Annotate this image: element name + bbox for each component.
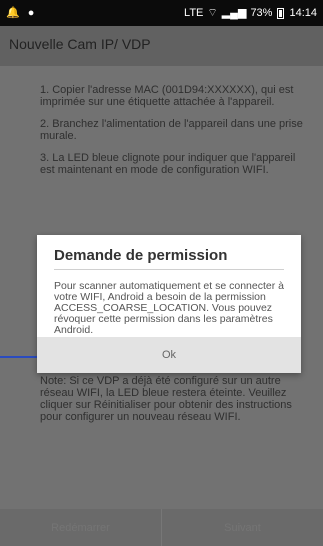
restart-button[interactable]: Redémarrer bbox=[0, 509, 162, 546]
circle-app-icon: ● bbox=[27, 6, 35, 19]
notification-bell-icon: 🔔 bbox=[6, 6, 20, 19]
step-2: 2. Branchez l'alimentation de l'appareil… bbox=[40, 118, 303, 142]
battery-icon bbox=[277, 7, 285, 19]
dialog-divider bbox=[54, 269, 284, 270]
status-bar: 🔔 ● LTE ⌔ ▂▄▆ 73% 14:14 bbox=[0, 0, 323, 26]
ok-button[interactable]: Ok bbox=[37, 337, 301, 373]
dialog-message: Pour scanner automatiquement et se conne… bbox=[54, 280, 284, 336]
step-1: 1. Copier l'adresse MAC (001D94:XXXXXX),… bbox=[40, 84, 294, 108]
network-type: LTE bbox=[184, 7, 204, 19]
permission-dialog: Demande de permission Pour scanner autom… bbox=[37, 235, 301, 373]
phone-screen: 🔔 ● LTE ⌔ ▂▄▆ 73% 14:14 Nouvelle Cam IP/… bbox=[0, 0, 323, 546]
app-header: Nouvelle Cam IP/ VDP bbox=[0, 26, 323, 66]
status-right: LTE ⌔ ▂▄▆ 73% 14:14 bbox=[184, 7, 317, 19]
time: 14:14 bbox=[289, 7, 317, 19]
footer-bar: Redémarrer Suivant bbox=[0, 509, 323, 546]
page-title: Nouvelle Cam IP/ VDP bbox=[9, 36, 151, 52]
signal-icon: ▂▄▆ bbox=[221, 6, 247, 19]
wifi-icon: ⌔ bbox=[207, 6, 218, 19]
next-button[interactable]: Suivant bbox=[162, 509, 323, 546]
status-left-icons: 🔔 ● bbox=[6, 6, 35, 19]
note-text: Note: Si ce VDP a déjà été configuré sur… bbox=[40, 375, 292, 423]
dialog-title: Demande de permission bbox=[54, 247, 228, 264]
battery-percent: 73% bbox=[250, 7, 273, 19]
step-3: 3. La LED bleue clignote pour indiquer q… bbox=[40, 152, 296, 176]
